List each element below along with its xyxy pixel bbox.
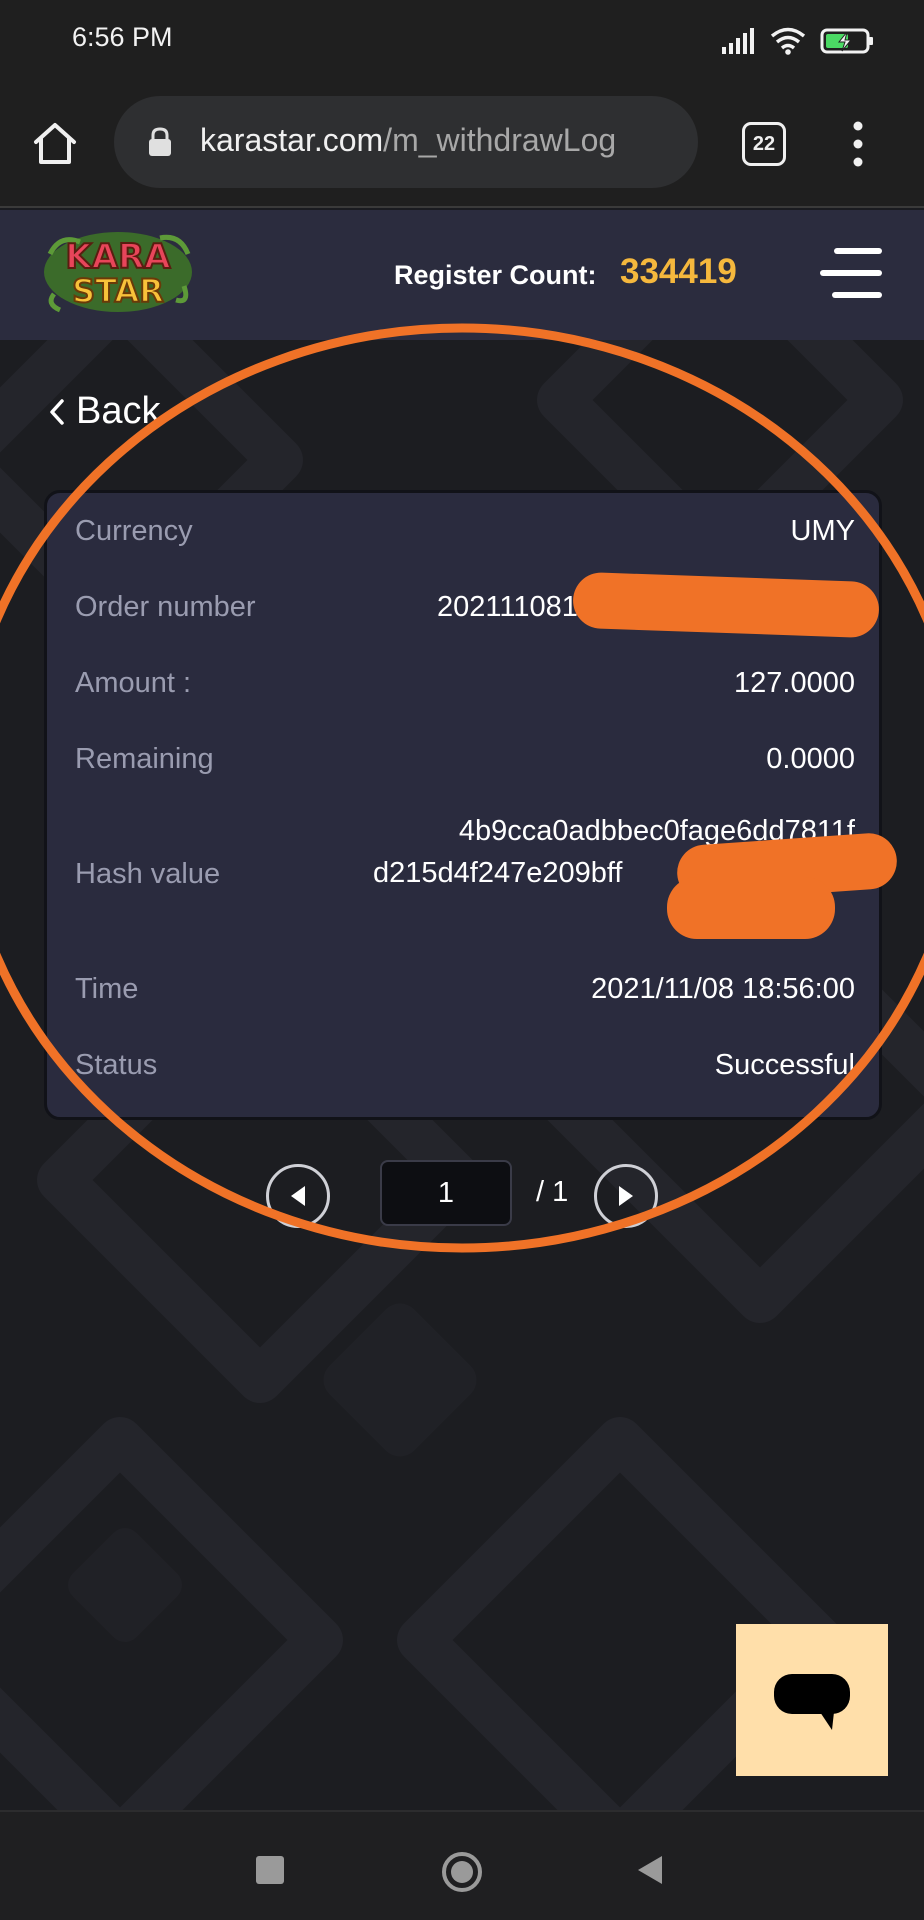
order-number-redaction bbox=[572, 571, 880, 639]
pagination: 1 / 1 bbox=[0, 1160, 924, 1230]
status-value: Successful bbox=[714, 1049, 855, 1081]
battery-charging-icon bbox=[820, 28, 873, 54]
amount-value: 127.0000 bbox=[734, 667, 855, 699]
order-number-label: Order number bbox=[75, 591, 256, 623]
address-bar[interactable]: karastar.com/m_withdrawLog bbox=[114, 96, 698, 188]
time-value: 2021/11/08 18:56:00 bbox=[591, 973, 855, 1005]
tab-switcher-button[interactable]: 22 bbox=[742, 122, 786, 166]
hamburger-icon[interactable] bbox=[820, 248, 882, 300]
back-link[interactable]: Back bbox=[48, 390, 160, 433]
browser-toolbar: karastar.com/m_withdrawLog 22 bbox=[0, 80, 924, 208]
status-label: Status bbox=[75, 1049, 158, 1081]
logo-text-kara: KARA bbox=[65, 237, 171, 277]
home-nav-icon[interactable] bbox=[440, 1850, 484, 1894]
signal-icon bbox=[722, 28, 754, 54]
currency-value: UMY bbox=[790, 515, 855, 547]
status-time: 6:56 PM bbox=[72, 22, 173, 52]
recents-icon[interactable] bbox=[256, 1856, 284, 1884]
karastar-logo[interactable]: KARA STAR bbox=[40, 224, 196, 320]
time-label: Time bbox=[75, 973, 139, 1005]
amount-label: Amount : bbox=[75, 667, 192, 699]
site-header: KARA STAR Register Count: 334419 bbox=[0, 210, 924, 340]
lock-icon bbox=[149, 127, 171, 156]
page-number-input[interactable]: 1 bbox=[380, 1160, 512, 1226]
chat-bubble-icon bbox=[774, 1674, 850, 1730]
wifi-icon bbox=[770, 27, 806, 55]
next-page-button[interactable] bbox=[594, 1164, 658, 1228]
more-vert-icon[interactable] bbox=[846, 118, 870, 170]
hash-label: Hash value bbox=[75, 858, 221, 890]
url-domain: karastar.com bbox=[200, 122, 384, 158]
hash-line-2: d215d4f247e209bff bbox=[373, 857, 623, 889]
remaining-label: Remaining bbox=[75, 743, 214, 775]
back-nav-icon[interactable] bbox=[636, 1854, 664, 1886]
home-icon[interactable] bbox=[30, 118, 80, 168]
logo-text-star: STAR bbox=[72, 272, 164, 310]
status-icons bbox=[722, 24, 876, 58]
withdraw-record-card: Currency UMY Order number 202111081 Amou… bbox=[44, 490, 899, 1120]
system-nav-bar bbox=[0, 1810, 924, 1920]
remaining-value: 0.0000 bbox=[766, 743, 855, 775]
back-label: Back bbox=[76, 390, 161, 432]
register-count-value: 334419 bbox=[620, 252, 737, 291]
url-text: karastar.com/m_withdrawLog bbox=[200, 122, 680, 159]
status-bar: 6:56 PM bbox=[0, 0, 924, 80]
chat-support-button[interactable] bbox=[736, 1624, 888, 1776]
prev-page-button[interactable] bbox=[266, 1164, 330, 1228]
currency-label: Currency bbox=[75, 515, 193, 547]
hash-redaction-bottom bbox=[667, 877, 835, 939]
order-number-value: 202111081 bbox=[437, 591, 578, 623]
triangle-right-icon bbox=[619, 1186, 633, 1206]
triangle-left-icon bbox=[291, 1186, 305, 1206]
page-total: / 1 bbox=[536, 1176, 569, 1208]
url-path: /m_withdrawLog bbox=[383, 122, 617, 158]
register-count-label: Register Count: bbox=[394, 260, 597, 290]
main-content: Back Currency UMY Order number 202111081… bbox=[0, 340, 924, 1810]
chevron-left-icon bbox=[50, 398, 64, 425]
